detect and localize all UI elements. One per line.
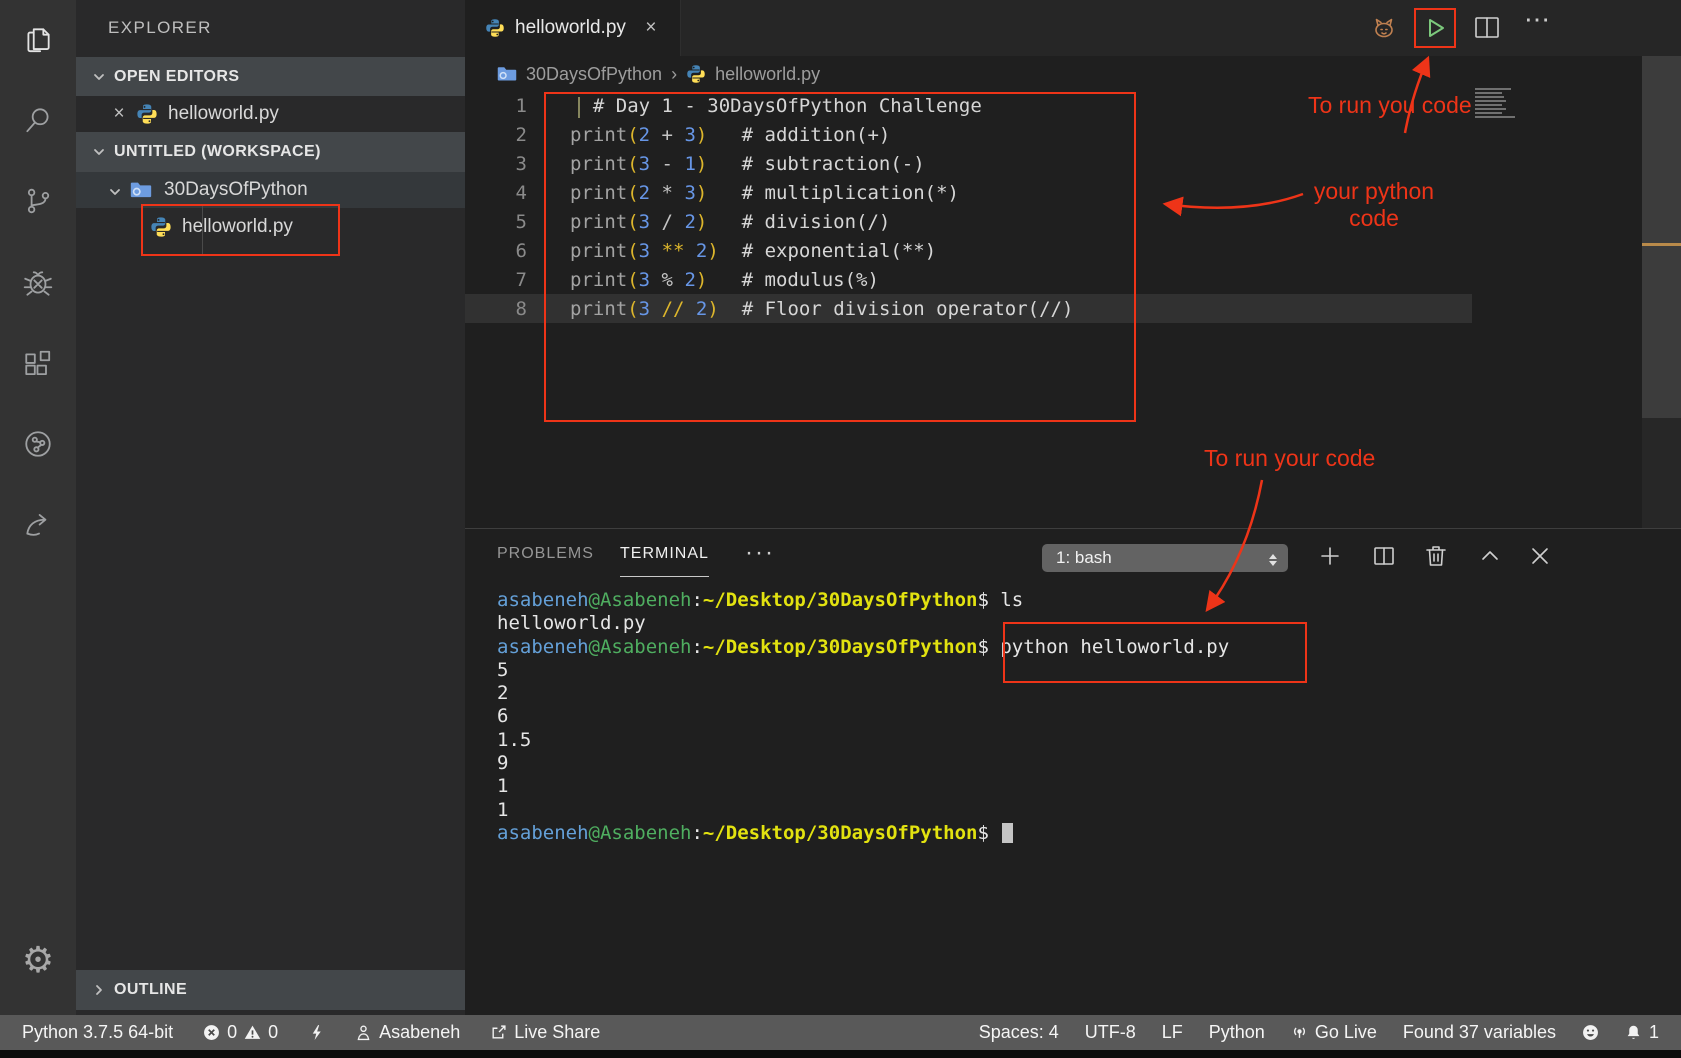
breadcrumb: 30DaysOfPython › helloworld.py bbox=[465, 56, 1642, 92]
tab-title: helloworld.py bbox=[515, 17, 626, 39]
chevron-right-icon bbox=[92, 983, 106, 997]
split-terminal-icon[interactable] bbox=[1371, 543, 1397, 569]
problems-summary[interactable]: 0 0 bbox=[203, 1022, 278, 1043]
tab-terminal[interactable]: TERMINAL bbox=[620, 545, 709, 577]
breadcrumb-folder[interactable]: 30DaysOfPython bbox=[526, 64, 662, 85]
outline-header[interactable]: OUTLINE bbox=[76, 970, 465, 1010]
activity-bar: ⚙ bbox=[0, 0, 76, 1015]
chevron-down-icon bbox=[108, 183, 122, 197]
folder-icon bbox=[130, 179, 152, 201]
explorer-sidebar: EXPLORER OPEN EDITORS × helloworld.py UN… bbox=[76, 0, 465, 1015]
terminal-line: 2 bbox=[497, 682, 1229, 705]
notifications-item[interactable]: 1 bbox=[1625, 1022, 1659, 1043]
error-icon bbox=[203, 1024, 220, 1041]
indentation-item[interactable]: Spaces: 4 bbox=[979, 1022, 1059, 1043]
cat-icon[interactable] bbox=[1369, 13, 1399, 43]
terminal-line: 1.5 bbox=[497, 729, 1229, 752]
python-file-icon bbox=[485, 18, 505, 38]
kill-terminal-trash-icon[interactable] bbox=[1423, 543, 1449, 569]
account-item[interactable]: Asabeneh bbox=[355, 1022, 460, 1043]
workspace-label: UNTITLED (WORKSPACE) bbox=[114, 143, 321, 161]
open-editor-filename: helloworld.py bbox=[168, 103, 279, 125]
live-share-icon[interactable] bbox=[22, 428, 54, 460]
breadcrumb-separator: › bbox=[671, 64, 677, 85]
person-icon bbox=[355, 1024, 372, 1041]
panel-more-icon[interactable]: ··· bbox=[745, 539, 775, 567]
python-file-icon bbox=[686, 64, 706, 84]
tab-helloworld[interactable]: helloworld.py × bbox=[465, 0, 681, 56]
vscode-window: ⚙ EXPLORER OPEN EDITORS × helloworld.py … bbox=[0, 0, 1681, 1058]
scrollbar-slider[interactable] bbox=[1642, 56, 1681, 418]
close-icon[interactable]: × bbox=[110, 103, 128, 125]
warning-icon bbox=[244, 1024, 261, 1041]
terminal-cursor bbox=[1002, 823, 1013, 843]
share-icon bbox=[490, 1024, 507, 1041]
python-file-icon bbox=[136, 103, 158, 125]
outline-label: OUTLINE bbox=[114, 981, 187, 999]
go-live-item[interactable]: Go Live bbox=[1291, 1022, 1377, 1043]
select-arrows-icon bbox=[1269, 550, 1277, 570]
chevron-down-icon bbox=[92, 145, 106, 159]
breadcrumb-file[interactable]: helloworld.py bbox=[715, 64, 820, 85]
folder-name: 30DaysOfPython bbox=[164, 179, 308, 201]
editor-scrollbar[interactable] bbox=[1642, 56, 1681, 528]
feedback-bolt[interactable] bbox=[308, 1024, 325, 1041]
annotation-text-run-button: To run you code bbox=[1308, 92, 1472, 119]
minimap[interactable] bbox=[1475, 88, 1517, 120]
bottom-panel: PROBLEMS TERMINAL ··· 1: bash asabeneh@A… bbox=[465, 528, 1681, 1015]
variables-found-item[interactable]: Found 37 variables bbox=[1403, 1022, 1556, 1043]
maximize-panel-icon[interactable] bbox=[1477, 543, 1503, 569]
close-panel-icon[interactable] bbox=[1527, 543, 1553, 569]
new-terminal-icon[interactable] bbox=[1317, 543, 1343, 569]
split-editor-icon[interactable] bbox=[1472, 13, 1502, 43]
terminal-line: 1 bbox=[497, 775, 1229, 798]
folder-icon bbox=[497, 64, 517, 84]
search-icon[interactable] bbox=[22, 104, 54, 136]
annotation-text-run-terminal: To run your code bbox=[1204, 445, 1375, 472]
more-actions-icon[interactable]: ⋯ bbox=[1524, 4, 1554, 34]
encoding-item[interactable]: UTF-8 bbox=[1085, 1022, 1136, 1043]
eol-item[interactable]: LF bbox=[1162, 1022, 1183, 1043]
open-editors-header[interactable]: OPEN EDITORS bbox=[76, 57, 465, 96]
terminal-line: asabeneh@Asabeneh:~/Desktop/30DaysOfPyth… bbox=[497, 822, 1229, 845]
broadcast-icon bbox=[1291, 1024, 1308, 1041]
source-control-icon[interactable] bbox=[22, 185, 54, 217]
annotation-box-explorer-file bbox=[141, 204, 340, 256]
terminal-line: 1 bbox=[497, 799, 1229, 822]
live-share-item[interactable]: Live Share bbox=[490, 1022, 600, 1043]
play-icon bbox=[1422, 15, 1448, 41]
open-editor-item[interactable]: × helloworld.py bbox=[76, 96, 465, 132]
window-edge bbox=[0, 1050, 1681, 1058]
terminal-shell-select[interactable]: 1: bash bbox=[1042, 544, 1288, 572]
smiley-icon bbox=[1582, 1024, 1599, 1041]
open-editors-label: OPEN EDITORS bbox=[114, 68, 239, 86]
terminal-line: asabeneh@Asabeneh:~/Desktop/30DaysOfPyth… bbox=[497, 589, 1229, 612]
status-bar: Python 3.7.5 64-bit 0 0 Asabeneh Live Sh… bbox=[0, 1015, 1681, 1050]
run-button[interactable] bbox=[1414, 8, 1456, 48]
debug-icon[interactable] bbox=[22, 267, 54, 299]
annotation-text-python-code: your python code bbox=[1300, 178, 1448, 232]
annotation-box-run-command bbox=[1003, 622, 1307, 683]
folder-item-30daysofpython[interactable]: 30DaysOfPython bbox=[76, 172, 465, 208]
curved-arrow-extension-icon[interactable] bbox=[22, 508, 54, 540]
bell-icon bbox=[1625, 1024, 1642, 1041]
annotation-box-code bbox=[544, 92, 1136, 422]
chevron-down-icon bbox=[92, 70, 106, 84]
tab-problems[interactable]: PROBLEMS bbox=[497, 545, 594, 576]
scrollbar-marker bbox=[1642, 243, 1681, 246]
feedback-smiley[interactable] bbox=[1582, 1024, 1599, 1041]
python-interpreter[interactable]: Python 3.7.5 64-bit bbox=[22, 1022, 173, 1043]
shell-select-value: 1: bash bbox=[1056, 548, 1112, 567]
sidebar-title: EXPLORER bbox=[108, 18, 212, 38]
explorer-icon[interactable] bbox=[22, 24, 54, 56]
language-mode-item[interactable]: Python bbox=[1209, 1022, 1265, 1043]
terminal-line: 6 bbox=[497, 705, 1229, 728]
workspace-header[interactable]: UNTITLED (WORKSPACE) bbox=[76, 132, 465, 172]
extensions-icon[interactable] bbox=[22, 348, 54, 380]
close-icon[interactable]: × bbox=[642, 17, 660, 39]
bolt-icon bbox=[308, 1024, 325, 1041]
settings-gear-icon[interactable]: ⚙ bbox=[22, 942, 54, 978]
terminal-line: 9 bbox=[497, 752, 1229, 775]
